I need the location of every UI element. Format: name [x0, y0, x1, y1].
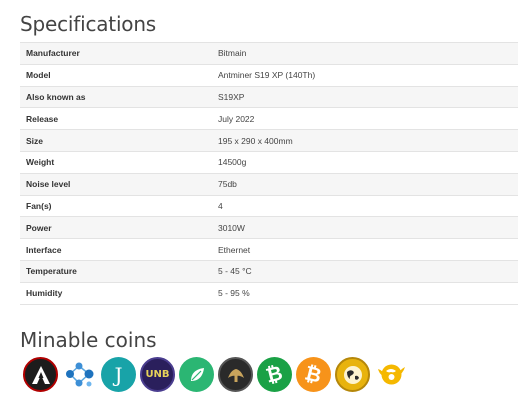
- spec-value: 14500g: [212, 150, 518, 174]
- table-row: Release July 2022: [20, 107, 518, 130]
- spec-value: 75db: [212, 172, 518, 196]
- specifications-table: Manufacturer Bitmain Model Antminer S19 XP…: [20, 42, 518, 305]
- spec-label: Release: [20, 107, 212, 130]
- spec-label: Humidity: [20, 281, 212, 305]
- bird-glyph: [378, 364, 405, 385]
- spec-value: S19XP: [212, 85, 518, 108]
- table-row: Temperature 5 - 45 °C: [20, 259, 518, 283]
- minable-coins-heading: Minable coins: [20, 328, 157, 352]
- emblem-coin-icon[interactable]: [218, 357, 253, 392]
- spec-label: Weight: [20, 150, 212, 174]
- table-row: Interface Ethernet: [20, 238, 518, 261]
- table-row: Noise level 75db: [20, 172, 518, 196]
- unb-coin-icon[interactable]: UNB: [140, 357, 175, 392]
- bitcoin-icon[interactable]: ₿: [296, 357, 331, 392]
- specifications-heading: Specifications: [20, 12, 157, 36]
- table-row: Model Antminer S19 XP (140Th): [20, 63, 518, 87]
- spec-label: Fan(s): [20, 194, 212, 217]
- bitcoin-cash-icon[interactable]: ₿: [257, 357, 292, 392]
- globe-coin-icon[interactable]: [335, 357, 370, 392]
- bitcoin-glyph: ₿: [302, 360, 325, 388]
- spec-label: Also known as: [20, 85, 212, 108]
- nodes-glyph: [66, 362, 94, 387]
- coin-list: J UNB ₿ ₿: [23, 357, 409, 392]
- leaf-glyph: [190, 367, 204, 381]
- spec-label: Temperature: [20, 259, 212, 283]
- spec-label: Model: [20, 63, 212, 87]
- spec-value: Ethernet: [212, 238, 518, 261]
- acoin-icon[interactable]: [23, 357, 58, 392]
- bitcoin-cash-glyph: ₿: [263, 360, 286, 388]
- spec-label: Interface: [20, 238, 212, 261]
- table-row: Size 195 x 290 x 400mm: [20, 129, 518, 152]
- spec-label: Size: [20, 129, 212, 152]
- j-coin-icon[interactable]: J: [101, 357, 136, 392]
- acoin-glyph: [31, 365, 50, 384]
- table-row: Power 3010W: [20, 216, 518, 239]
- spec-value: 5 - 45 °C: [212, 259, 518, 283]
- spec-label: Power: [20, 216, 212, 239]
- spec-value: Bitmain: [212, 42, 518, 65]
- globe-glyph: [343, 365, 362, 384]
- table-row: Fan(s) 4: [20, 194, 518, 217]
- table-row: Weight 14500g: [20, 150, 518, 174]
- leaf-coin-icon[interactable]: [179, 357, 214, 392]
- emblem-glyph: [227, 368, 244, 382]
- table-row: Also known as S19XP: [20, 85, 518, 108]
- nodes-coin-icon[interactable]: [62, 357, 97, 392]
- spec-label: Noise level: [20, 172, 212, 196]
- spec-value: July 2022: [212, 107, 518, 130]
- table-row: Humidity 5 - 95 %: [20, 281, 518, 305]
- j-coin-glyph: J: [114, 362, 123, 387]
- spec-value: 195 x 290 x 400mm: [212, 129, 518, 152]
- spec-value: 4: [212, 194, 518, 217]
- spec-value: 3010W: [212, 216, 518, 239]
- spec-label: Manufacturer: [20, 42, 212, 65]
- unb-coin-glyph: UNB: [145, 369, 170, 380]
- spec-value: Antminer S19 XP (140Th): [212, 63, 518, 87]
- spec-value: 5 - 95 %: [212, 281, 518, 305]
- table-row: Manufacturer Bitmain: [20, 42, 518, 65]
- bird-coin-icon[interactable]: [374, 357, 409, 392]
